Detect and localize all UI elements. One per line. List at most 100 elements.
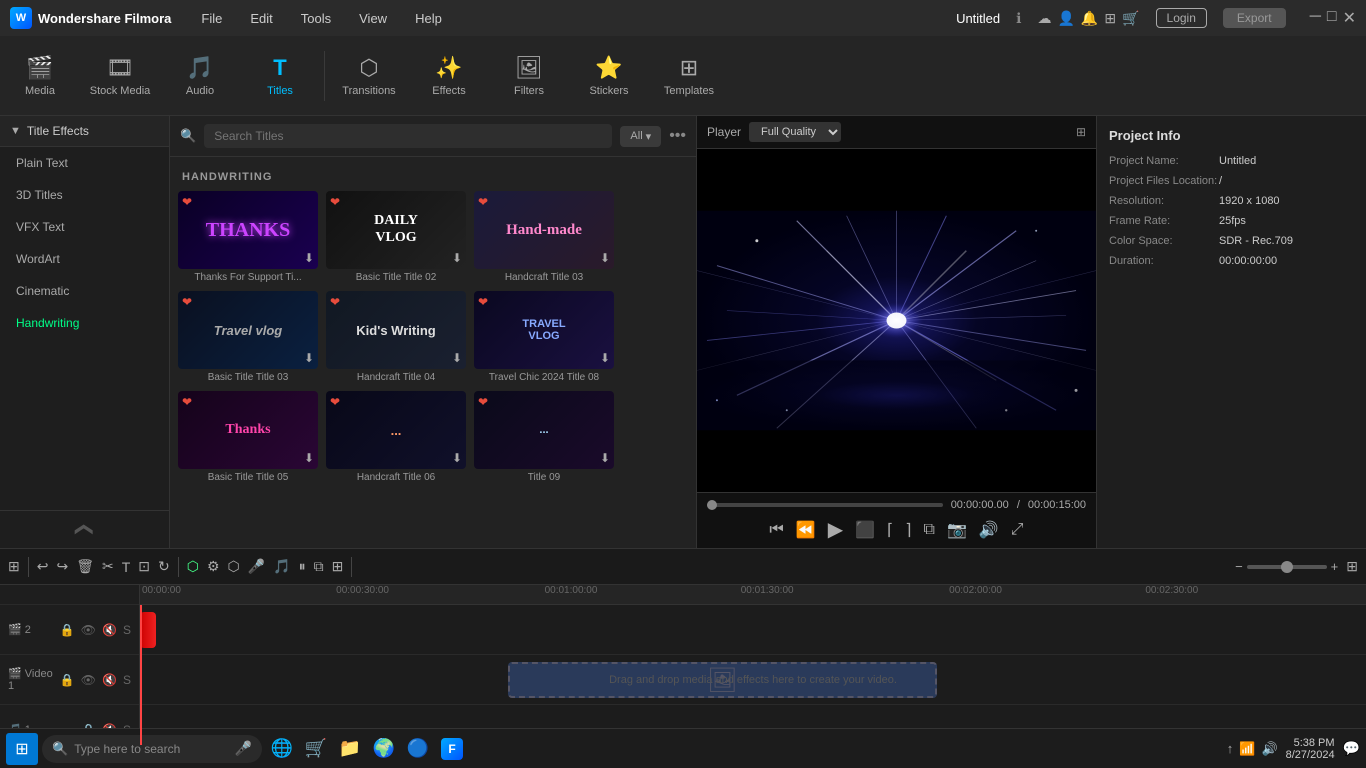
taskbar-mic-icon[interactable]: 🎤 (235, 740, 252, 757)
favorite-icon-2[interactable]: ❤ (330, 195, 340, 209)
toolbar-transitions[interactable]: ⬡ Transitions (329, 36, 409, 116)
clip-controls-button[interactable]: ⧉ (924, 521, 935, 539)
maximize-button[interactable]: □ (1327, 8, 1337, 28)
title-card-7[interactable]: ❤ Thanks ⬇ Basic Title Title 05 (178, 391, 318, 483)
filter-dropdown[interactable]: All ▾ (620, 126, 661, 147)
delete-button[interactable]: 🗑 (76, 558, 94, 575)
volume-icon[interactable]: 🔊 (1261, 741, 1277, 757)
audio-track-button[interactable]: 🎵 (273, 558, 290, 575)
download-icon-4[interactable]: ⬇ (304, 351, 314, 365)
more-options-icon[interactable]: ••• (669, 127, 686, 145)
menu-tools[interactable]: Tools (295, 9, 337, 28)
minimize-button[interactable]: ─ (1310, 8, 1321, 28)
track-row-video2[interactable] (140, 605, 1366, 655)
taskbar-search[interactable]: 🔍 Type here to search 🎤 (42, 735, 262, 763)
grid-icon[interactable]: ⊞ (1104, 10, 1116, 27)
pip-button[interactable]: ⊞ (332, 558, 344, 575)
track-lock-icon[interactable]: 🔒 (60, 623, 75, 637)
fullscreen-button[interactable]: ⤢ (1011, 521, 1024, 539)
login-button[interactable]: Login (1156, 8, 1207, 28)
favorite-icon-3[interactable]: ❤ (478, 195, 488, 209)
clip-red[interactable] (140, 612, 156, 648)
cart-icon[interactable]: 🛒 (1122, 10, 1139, 27)
title-card-5[interactable]: ❤ Kid's Writing ⬇ Handcraft Title 04 (326, 291, 466, 383)
progress-bar[interactable] (707, 503, 943, 507)
menu-view[interactable]: View (353, 9, 393, 28)
sidebar-item-3d-titles[interactable]: 3D Titles (0, 179, 169, 211)
redo-button[interactable]: ↪ (56, 558, 68, 575)
text-button[interactable]: T (122, 559, 131, 575)
title-card-9[interactable]: ❤ ... ⬇ Title 09 (474, 391, 614, 483)
favorite-icon-6[interactable]: ❤ (478, 295, 488, 309)
export-button[interactable]: Export (1223, 8, 1286, 28)
wifi-icon[interactable]: 📶 (1239, 741, 1255, 757)
save-cloud-icon[interactable]: ☁ (1037, 10, 1051, 27)
download-icon-2[interactable]: ⬇ (452, 251, 462, 265)
title-card-6[interactable]: ❤ TRAVELVLOG ⬇ Travel Chic 2024 Title 08 (474, 291, 614, 383)
track-mute-icon-v1[interactable]: 🔇 (102, 673, 117, 687)
track-eye-icon-v1[interactable]: 👁 (81, 673, 96, 687)
track-mute-icon[interactable]: 🔇 (102, 623, 117, 637)
favorite-icon-5[interactable]: ❤ (330, 295, 340, 309)
zoom-out-icon[interactable]: − (1235, 559, 1243, 574)
menu-file[interactable]: File (195, 9, 228, 28)
rotate-button[interactable]: ↻ (158, 558, 170, 575)
favorite-icon-4[interactable]: ❤ (182, 295, 192, 309)
download-icon-1[interactable]: ⬇ (304, 251, 314, 265)
favorite-icon-9[interactable]: ❤ (478, 395, 488, 409)
toolbar-stickers[interactable]: ⭐ Stickers (569, 36, 649, 116)
title-card-8[interactable]: ❤ ... ⬇ Handcraft Title 06 (326, 391, 466, 483)
shield-button[interactable]: ⬡ (228, 558, 240, 575)
sidebar-item-cinematic[interactable]: Cinematic (0, 275, 169, 307)
download-icon-9[interactable]: ⬇ (600, 451, 610, 465)
sidebar-item-vfx-text[interactable]: VFX Text (0, 211, 169, 243)
mark-in-button[interactable]: ⌈ (887, 520, 893, 540)
track-row-video1[interactable]: 🖼 Drag and drop media and effects here t… (140, 655, 1366, 705)
close-button[interactable]: ✕ (1343, 8, 1356, 28)
taskbar-app-edge2[interactable]: 🌍 (368, 733, 400, 765)
speed-button[interactable]: ⚙ (207, 558, 220, 575)
subtitle-button[interactable]: ⧉ (314, 558, 324, 575)
quality-select[interactable]: Full Quality (749, 122, 841, 142)
playhead[interactable] (140, 605, 142, 745)
sidebar-item-plain-text[interactable]: Plain Text (0, 147, 169, 179)
screenshot-button[interactable]: 📷 (947, 520, 967, 540)
mark-out-button[interactable]: ⌉ (905, 520, 911, 540)
toolbar-effects[interactable]: ✨ Effects (409, 36, 489, 116)
collapse-arrow-icon[interactable]: ▼ (10, 125, 21, 137)
go-to-start-button[interactable]: ⏮ (769, 521, 783, 539)
cut-button[interactable]: ✂ (102, 558, 114, 575)
network-up-icon[interactable]: ↑ (1227, 741, 1234, 756)
taskbar-app-explorer[interactable]: 📁 (334, 733, 366, 765)
favorite-icon-1[interactable]: ❤ (182, 195, 192, 209)
download-icon-7[interactable]: ⬇ (304, 451, 314, 465)
project-info-icon[interactable]: ℹ (1016, 10, 1021, 27)
title-card-1[interactable]: ❤ THANKS ⬇ Thanks For Support Ti... (178, 191, 318, 283)
download-icon-8[interactable]: ⬇ (452, 451, 462, 465)
zoom-slider[interactable] (1247, 565, 1327, 569)
undo-button[interactable]: ↩ (37, 558, 49, 575)
stop-button[interactable]: ⬛ (855, 520, 875, 540)
zoom-in-icon[interactable]: + (1331, 559, 1339, 574)
step-back-button[interactable]: ⏪ (796, 520, 816, 540)
menu-help[interactable]: Help (409, 9, 448, 28)
notification-icon[interactable]: 🔔 (1081, 10, 1098, 27)
track-solo-icon-v1[interactable]: S (123, 673, 131, 687)
add-track-button[interactable]: ⊞ (8, 558, 20, 575)
toolbar-stock-media[interactable]: 🎞 Stock Media (80, 36, 160, 116)
preview-area[interactable] (697, 149, 1096, 492)
audio-button[interactable]: 🔊 (979, 520, 999, 540)
sidebar-item-wordart[interactable]: WordArt (0, 243, 169, 275)
taskbar-app-chrome[interactable]: 🔵 (402, 733, 434, 765)
favorite-icon-7[interactable]: ❤ (182, 395, 192, 409)
panel-collapse-icon[interactable]: ❮ (74, 522, 95, 537)
toolbar-filters[interactable]: 🖼 Filters (489, 36, 569, 116)
track-eye-icon[interactable]: 👁 (81, 623, 96, 637)
notification-center-icon[interactable]: 💬 (1343, 740, 1360, 757)
menu-edit[interactable]: Edit (244, 9, 278, 28)
favorite-icon-8[interactable]: ❤ (330, 395, 340, 409)
sidebar-item-handwriting[interactable]: Handwriting (0, 307, 169, 339)
download-icon-3[interactable]: ⬇ (600, 251, 610, 265)
toolbar-templates[interactable]: ⊞ Templates (649, 36, 729, 116)
track-lock-icon-v1[interactable]: 🔒 (60, 673, 75, 687)
